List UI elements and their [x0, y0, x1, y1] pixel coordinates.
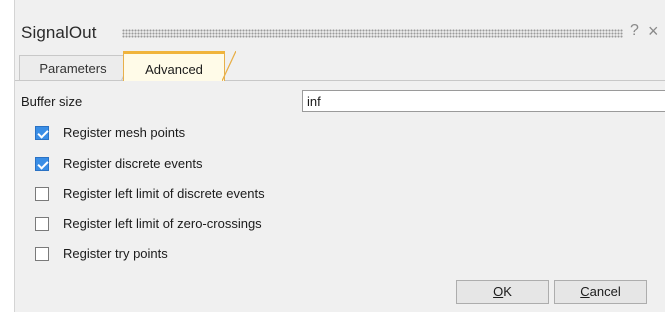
checkbox-label: Register discrete events	[63, 156, 203, 171]
title-bar[interactable]: SignalOut ? ×	[15, 0, 665, 46]
drag-grip[interactable]	[122, 29, 623, 38]
cancel-button[interactable]: Cancel	[554, 280, 647, 304]
checkbox-box[interactable]	[35, 217, 49, 231]
tab-divider	[15, 80, 665, 81]
tab-advanced[interactable]: Advanced	[123, 51, 236, 81]
ok-button[interactable]: OK	[456, 280, 549, 304]
checkbox-box[interactable]	[35, 247, 49, 261]
checkbox-label: Register left limit of discrete events	[63, 186, 265, 201]
checkbox-box[interactable]	[35, 157, 49, 171]
checkbox-box[interactable]	[35, 126, 49, 140]
buffer-size-input[interactable]	[302, 90, 665, 112]
cancel-mnemonic: C	[580, 284, 590, 299]
ok-mnemonic: O	[493, 284, 504, 299]
dialog-title: SignalOut	[21, 23, 97, 42]
checkbox-label: Register left limit of zero-crossings	[63, 216, 262, 231]
close-icon[interactable]: ×	[648, 21, 659, 41]
tab-parameters[interactable]: Parameters	[19, 55, 133, 81]
buffer-size-label: Buffer size	[21, 94, 83, 109]
ok-label-rest: K	[503, 284, 512, 299]
checkbox-label: Register mesh points	[63, 125, 186, 140]
checkbox-box[interactable]	[35, 187, 49, 201]
help-icon[interactable]: ?	[630, 21, 639, 41]
cancel-label-rest: ancel	[589, 284, 621, 299]
signalout-dialog: SignalOut ? × Parameters Advanced Buffer…	[14, 0, 665, 312]
checkbox-label: Register try points	[63, 246, 168, 261]
